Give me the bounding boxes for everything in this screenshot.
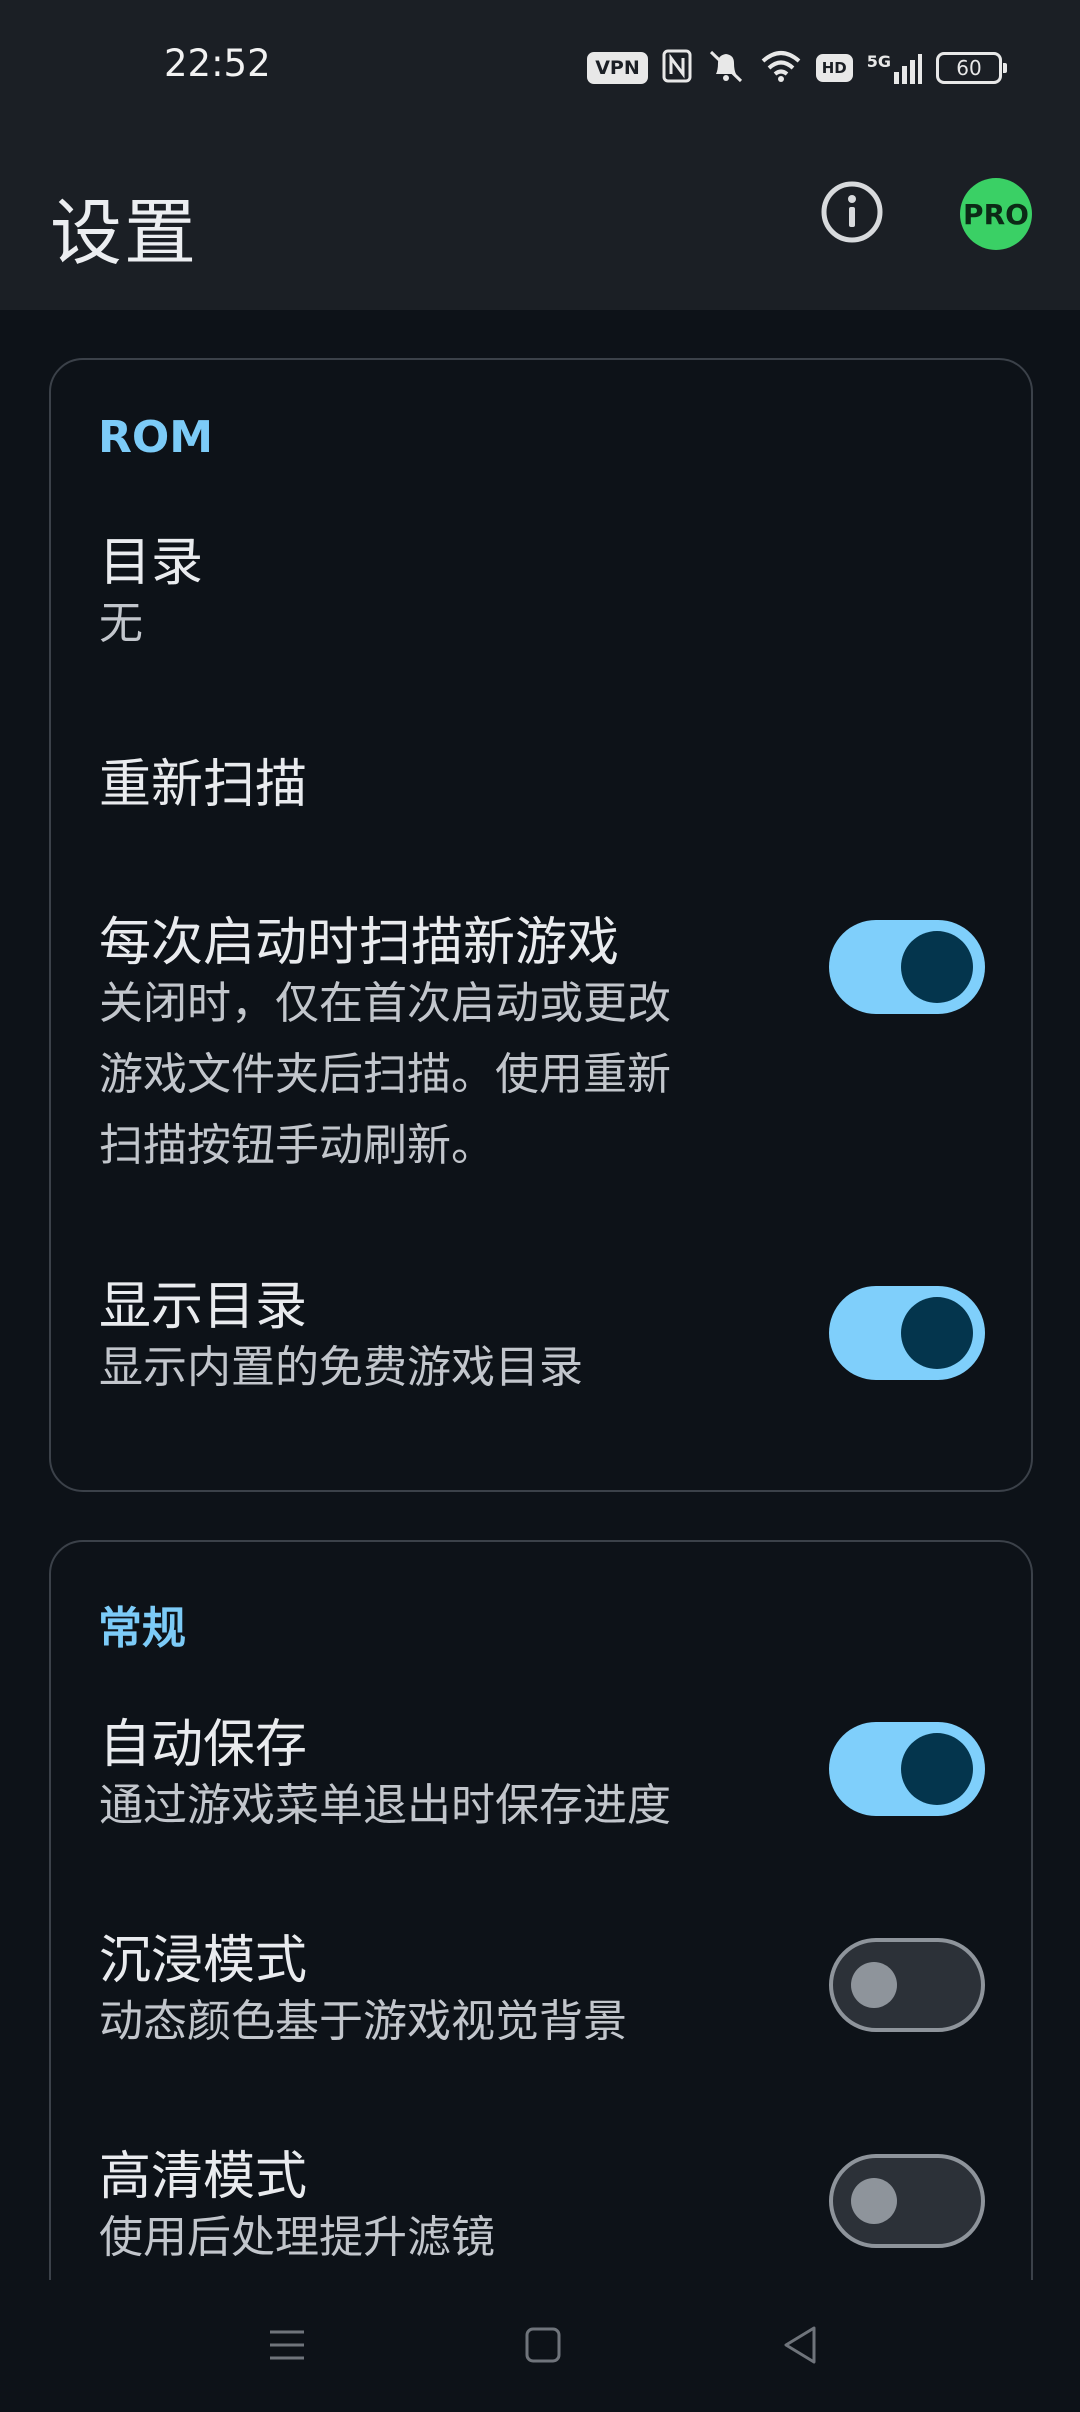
page-title: 设置 bbox=[50, 191, 199, 275]
hd-mode-toggle[interactable] bbox=[829, 2154, 985, 2248]
signal-icon: 5G bbox=[867, 52, 922, 84]
scan-on-start-title: 每次启动时扫描新游戏 bbox=[99, 913, 620, 973]
hd-mode-description: 使用后处理提升滤镜 bbox=[99, 2212, 495, 2263]
scan-on-start-toggle[interactable] bbox=[829, 920, 985, 1014]
info-icon bbox=[821, 181, 883, 243]
app-bar: 设置 PRO bbox=[0, 138, 1080, 310]
immersive-title: 沉浸模式 bbox=[99, 1931, 308, 1991]
mute-bell-icon bbox=[706, 48, 746, 88]
scan-on-start-setting[interactable]: 每次启动时扫描新游戏 关闭时，仅在首次启动或更改 游戏文件夹后扫描。使用重新 扫… bbox=[51, 900, 1031, 1190]
status-time: 22:52 bbox=[164, 42, 271, 85]
pro-label: PRO bbox=[963, 197, 1029, 231]
menu-icon[interactable] bbox=[262, 2320, 312, 2370]
show-catalog-description: 显示内置的免费游戏目录 bbox=[99, 1342, 583, 1393]
autosave-description: 通过游戏菜单退出时保存进度 bbox=[99, 1780, 671, 1831]
vpn-icon: VPN bbox=[587, 52, 648, 84]
status-icons: VPN HD 5G 60 bbox=[587, 48, 1007, 88]
settings-content[interactable]: ROM 目录 无 重新扫描 每次启动时扫描新游戏 关闭时，仅在首次启动或更改 游… bbox=[0, 310, 1080, 2280]
rom-section-title: ROM bbox=[98, 412, 214, 463]
autosave-toggle[interactable] bbox=[829, 1722, 985, 1816]
system-nav-bar bbox=[0, 2280, 1080, 2412]
rescan-title: 重新扫描 bbox=[99, 755, 308, 815]
hd-mode-title: 高清模式 bbox=[99, 2147, 308, 2207]
rom-section-card: ROM 目录 无 重新扫描 每次启动时扫描新游戏 关闭时，仅在首次启动或更改 游… bbox=[49, 358, 1033, 1492]
immersive-toggle[interactable] bbox=[829, 1938, 985, 2032]
hd-mode-setting[interactable]: 高清模式 使用后处理提升滤镜 bbox=[51, 2134, 1031, 2280]
general-section-title: 常规 bbox=[98, 1603, 186, 1654]
info-button[interactable] bbox=[820, 180, 884, 244]
scan-on-start-description-line-1: 关闭时，仅在首次启动或更改 bbox=[99, 978, 671, 1029]
immersive-description: 动态颜色基于游戏视觉背景 bbox=[99, 1996, 627, 2047]
general-section-card: 常规 自动保存 通过游戏菜单退出时保存进度 沉浸模式 动态颜色基于游戏视觉背景 … bbox=[49, 1540, 1033, 2280]
show-catalog-setting[interactable]: 显示目录 显示内置的免费游戏目录 bbox=[51, 1264, 1031, 1424]
immersive-setting[interactable]: 沉浸模式 动态颜色基于游戏视觉背景 bbox=[51, 1918, 1031, 2078]
show-catalog-toggle[interactable] bbox=[829, 1286, 985, 1380]
battery-icon: 60 bbox=[936, 52, 1007, 84]
autosave-title: 自动保存 bbox=[99, 1715, 308, 1775]
wifi-icon bbox=[760, 49, 802, 87]
scan-on-start-description-line-3: 扫描按钮手动刷新。 bbox=[99, 1120, 495, 1171]
directory-value: 无 bbox=[99, 598, 143, 649]
rescan-setting[interactable]: 重新扫描 bbox=[51, 742, 1031, 852]
pro-badge[interactable]: PRO bbox=[960, 178, 1032, 250]
status-bar: 22:52 VPN HD 5G 60 bbox=[0, 0, 1080, 138]
back-icon[interactable] bbox=[776, 2320, 826, 2370]
hd-icon: HD bbox=[815, 54, 853, 82]
directory-setting[interactable]: 目录 无 bbox=[51, 520, 1031, 690]
nfc-icon bbox=[662, 49, 692, 87]
directory-title: 目录 bbox=[99, 533, 204, 593]
autosave-setting[interactable]: 自动保存 通过游戏菜单退出时保存进度 bbox=[51, 1702, 1031, 1862]
network-type-label: 5G bbox=[866, 52, 891, 71]
scan-on-start-description-line-2: 游戏文件夹后扫描。使用重新 bbox=[99, 1049, 671, 1100]
show-catalog-title: 显示目录 bbox=[99, 1277, 308, 1337]
home-icon[interactable] bbox=[518, 2320, 568, 2370]
